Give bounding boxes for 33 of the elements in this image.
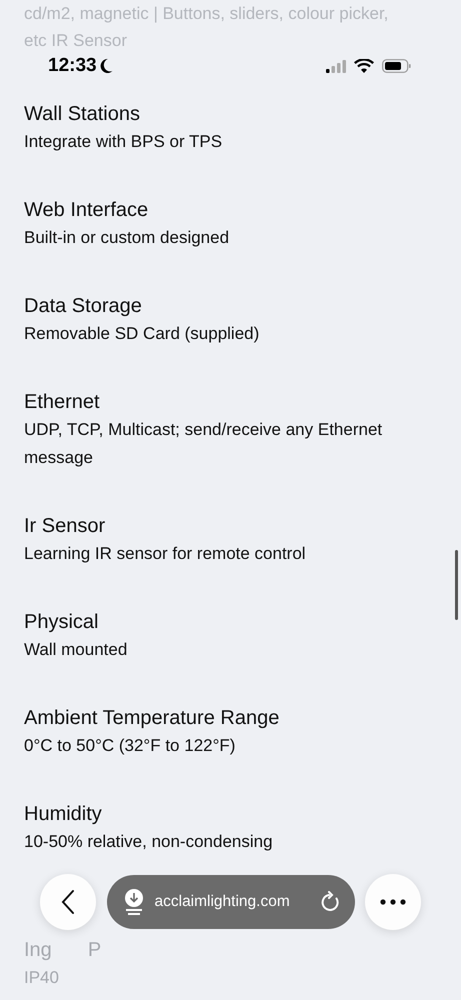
spec-value: Wall mounted (24, 639, 128, 661)
spec-title: Data Storage (24, 294, 143, 319)
spec-title: P (88, 938, 102, 963)
spec-value: Learning IR sensor for remote control (24, 543, 307, 565)
spec-title: Ethernet (24, 390, 101, 415)
spec-title: Ambient Temperature Range (24, 706, 280, 731)
spec-title: Web Interface (24, 198, 150, 223)
battery-icon (382, 59, 411, 73)
text-line: etc IR Sensor (24, 30, 127, 52)
spec-title: Wall Stations (24, 102, 141, 127)
more-icon (380, 899, 406, 905)
wifi-icon (354, 59, 374, 73)
spec-value: 0°C to 50°C (32°F to 122°F) (24, 735, 236, 757)
spec-value: UDP, TCP, Multicast; send/receive any Ethernet message (24, 419, 384, 469)
spec-title: Humidity (24, 802, 103, 827)
spec-value: Integrate with BPS or TPS (24, 131, 224, 153)
signal-icon (326, 60, 346, 72)
address-bar[interactable]: acclaimlighting.com (106, 875, 354, 929)
back-icon (61, 889, 75, 915)
scrollbar (455, 550, 458, 620)
spec-title: Ing (24, 938, 52, 963)
spec-value: 10-50% relative, non-condensing (24, 831, 274, 853)
spec-value: Built-in or custom designed (24, 227, 230, 249)
spec-value: IP40 (24, 967, 60, 989)
reload-icon[interactable] (320, 891, 340, 913)
download-icon[interactable] (122, 889, 144, 915)
text-line: cd/m2, magnetic | Buttons, sliders, colour picker, (24, 3, 388, 25)
spec-title: Physical (24, 610, 100, 635)
spec-value: Removable SD Card (supplied) (24, 323, 260, 345)
spec-title: Ir Sensor (24, 514, 106, 539)
url-text: acclaimlighting.com (154, 893, 291, 911)
status-time: 12:33 (48, 55, 97, 77)
moon-icon (98, 58, 113, 74)
